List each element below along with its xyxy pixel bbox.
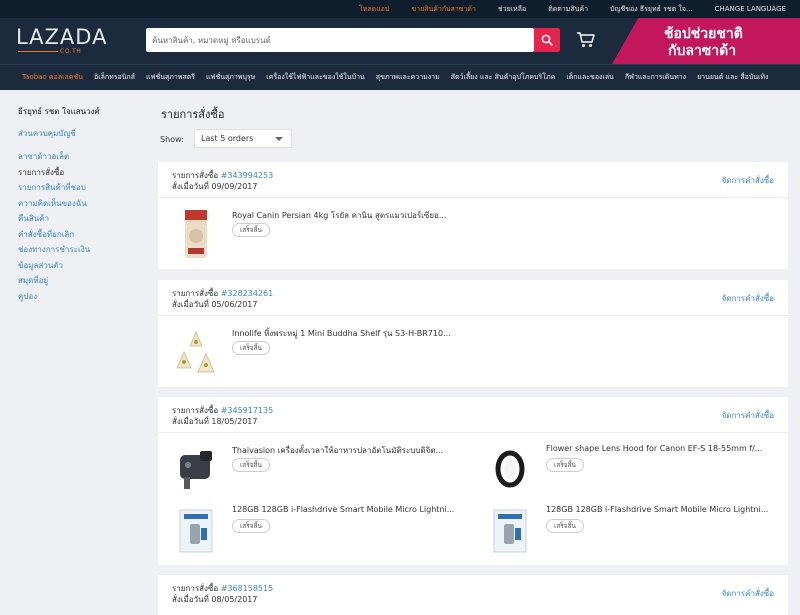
status-badge: เสร็จสิ้น [546,519,584,533]
search-button[interactable] [534,28,560,52]
order-label: รายการสั่งซื้อ [172,171,219,180]
order-item: Thaivasion เครื่องตั้งเวลาให้อาหารปลาอัต… [158,439,458,499]
product-name[interactable]: Royal Canin Persian 4kg โรยัล คานิน สูตร… [232,209,458,222]
product-thumbnail[interactable] [172,208,220,260]
order-header: รายการสั่งซื้อ #343994253 สั่งเมื่อวันที… [158,162,788,198]
category-men-fashion[interactable]: แฟชั่นสุภาพบุรุษ [206,72,255,83]
sidebar-item-coupons[interactable]: คูปอง [18,289,138,305]
category-women-fashion[interactable]: แฟชั่นสุภาพสตรี [146,72,195,83]
order-number-link[interactable]: #343994253 [221,171,274,180]
sidebar-item-wishlist[interactable]: รายการสินค้าที่ชอบ [18,180,138,196]
order-item: Innolife หิ้งพระหมู่ 1 Mini Buddha Shelf… [158,322,458,382]
category-kids-toys[interactable]: เด็กและของเล่น [566,72,614,83]
product-thumbnail[interactable] [486,504,534,556]
order-card: รายการสั่งซื้อ #328234261 สั่งเมื่อวันที… [158,280,788,387]
category-taobao[interactable]: Taobao คอลเลคชัน [22,72,83,83]
order-header: รายการสั่งซื้อ #368158515 สั่งเมื่อวันที… [158,575,788,611]
track-order-link[interactable]: ติดตามสินค้า [548,4,588,15]
search-input[interactable] [146,28,534,52]
order-header: รายการสั่งซื้อ #328234261 สั่งเมื่อวันที… [158,280,788,316]
product-thumbnail[interactable] [172,326,220,378]
order-card: รายการสั่งซื้อ #345917135 สั่งเมื่อวันที… [158,397,788,565]
cart-icon [577,32,595,47]
promo-line-2: กับลาซาด้า [668,43,737,59]
order-item: 128GB 128GB i-Flashdrive Smart Mobile Mi… [158,500,458,560]
status-badge: เสร็จสิ้น [232,519,270,533]
order-label: รายการสั่งซื้อ [172,406,219,415]
sidebar-item-payment-methods[interactable]: ช่องทางการชำระเงิน [18,242,138,258]
category-sports-travel[interactable]: กีฬาและการเดินทาง [625,72,686,83]
promo-banner[interactable]: ช้อปช่วยชาติ กับลาซาด้า [612,18,800,64]
lazada-logo[interactable]: LAZADA CO.TH [16,25,108,57]
order-date: สั่งเมื่อวันที่ 05/06/2017 [172,300,258,309]
sidebar-item-returns[interactable]: คืนสินค้า [18,211,138,227]
status-badge: เสร็จสิ้น [232,458,270,472]
chevron-down-icon [275,137,283,141]
show-label: Show: [160,135,184,144]
sidebar-item-reviews[interactable]: ความคิดเห็นของฉัน [18,196,138,212]
orders-filter-value: Last 5 orders [201,134,254,143]
cart-button[interactable] [576,31,596,49]
account-menu-link[interactable]: บัญชีของ ธีรยุทธ์ รชต ใจ... [610,4,693,15]
category-health-beauty[interactable]: สุขภาพและความงาม [376,72,440,83]
sell-on-lazada-link[interactable]: ขายสินค้ากับลาซาด้า [411,4,476,15]
order-date: สั่งเมื่อวันที่ 08/05/2017 [172,595,258,604]
order-item: 128GB 128GB i-Flashdrive Smart Mobile Mi… [472,500,772,560]
manage-order-link[interactable]: จัดการคำสั่งซื้อ [722,587,774,600]
change-language-link[interactable]: CHANGE LANGUAGE [715,5,786,13]
account-sidebar: ธีรยุทธ์ รชต ใจแสนวงศ์ ส่วนควบคุมบัญชี ล… [18,105,138,304]
page-title: รายการสั่งซื้อ [161,108,225,121]
order-item: Royal Canin Persian 4kg โรยัล คานิน สูตร… [158,204,458,264]
search-icon [541,34,553,46]
order-date: สั่งเมื่อวันที่ 09/09/2017 [172,182,258,191]
product-thumbnail[interactable] [172,443,220,495]
user-greeting: ธีรยุทธ์ รชต ใจแสนวงศ์ [18,107,100,116]
sidebar-item-profile[interactable]: ข้อมูลส่วนตัว [18,258,138,274]
order-header: รายการสั่งซื้อ #345917135 สั่งเมื่อวันที… [158,397,788,433]
help-link[interactable]: ช่วยเหลือ [498,4,526,15]
product-thumbnail[interactable] [172,504,220,556]
manage-order-link[interactable]: จัดการคำสั่งซื้อ [722,174,774,187]
product-name[interactable]: 128GB 128GB i-Flashdrive Smart Mobile Mi… [546,505,772,514]
orders-filter-select[interactable]: Last 5 orders [194,129,292,148]
download-app-link[interactable]: โหลดแอป [359,4,389,15]
main-header: LAZADA CO.TH ช้อปช่วยชาติ กับลาซาด้า [0,18,800,64]
order-card: รายการสั่งซื้อ #368158515 สั่งเมื่อวันที… [158,575,788,615]
product-thumbnail[interactable] [486,443,534,495]
logo-underline [18,51,58,52]
status-badge: เสร็จสิ้น [232,223,270,237]
order-label: รายการสั่งซื้อ [172,289,219,298]
order-card: รายการสั่งซื้อ #343994253 สั่งเมื่อวันที… [158,162,788,269]
status-badge: เสร็จสิ้น [232,341,270,355]
order-number-link[interactable]: #328234261 [221,289,274,298]
category-automotive-media[interactable]: ยานยนต์ และ สื่อบันเทิง [697,72,768,83]
sidebar-item-address-book[interactable]: สมุดที่อยู่ [18,273,138,289]
manage-order-link[interactable]: จัดการคำสั่งซื้อ [722,292,774,305]
order-item: Flower shape Lens Hood for Canon EF-S 18… [472,439,772,499]
order-label: รายการสั่งซื้อ [172,584,219,593]
sidebar-item-account-dashboard[interactable]: ส่วนควบคุมบัญชี [18,127,138,140]
product-name[interactable]: 128GB 128GB i-Flashdrive Smart Mobile Mi… [232,505,458,514]
category-home-appliances[interactable]: เครื่องใช้ไฟฟ้าและของใช้ในบ้าน [266,72,365,83]
logo-wordmark: LAZADA [16,25,108,49]
sidebar-item-wallet[interactable]: ลาซาด้าวอเล็ต [18,149,138,165]
status-badge: เสร็จสิ้น [546,458,584,472]
product-name[interactable]: Flower shape Lens Hood for Canon EF-S 18… [546,444,772,453]
sidebar-item-cancellations[interactable]: คำสั่งซื้อที่ยกเลิก [18,227,138,243]
product-name[interactable]: Innolife หิ้งพระหมู่ 1 Mini Buddha Shelf… [232,327,458,340]
category-electronics[interactable]: อิเล็กทรอนิกส์ [94,72,135,83]
sidebar-item-orders[interactable]: รายการสั่งซื้อ [18,165,138,181]
order-date: สั่งเมื่อวันที่ 18/05/2017 [172,417,258,426]
product-name[interactable]: Thaivasion เครื่องตั้งเวลาให้อาหารปลาอัต… [232,444,458,457]
manage-order-link[interactable]: จัดการคำสั่งซื้อ [722,409,774,422]
top-utility-bar: โหลดแอป ขายสินค้ากับลาซาด้า ช่วยเหลือ ติ… [0,0,800,18]
order-number-link[interactable]: #345917135 [221,406,274,415]
category-nav: Taobao คอลเลคชัน อิเล็กทรอนิกส์ แฟชั่นสุ… [0,64,800,90]
logo-domain: CO.TH [60,48,82,55]
category-pets-groceries[interactable]: สัตว์เลี้ยง และ สินค้าอุปโภคบริโภค [451,72,556,83]
order-number-link[interactable]: #368158515 [221,584,274,593]
search-box [146,28,534,52]
